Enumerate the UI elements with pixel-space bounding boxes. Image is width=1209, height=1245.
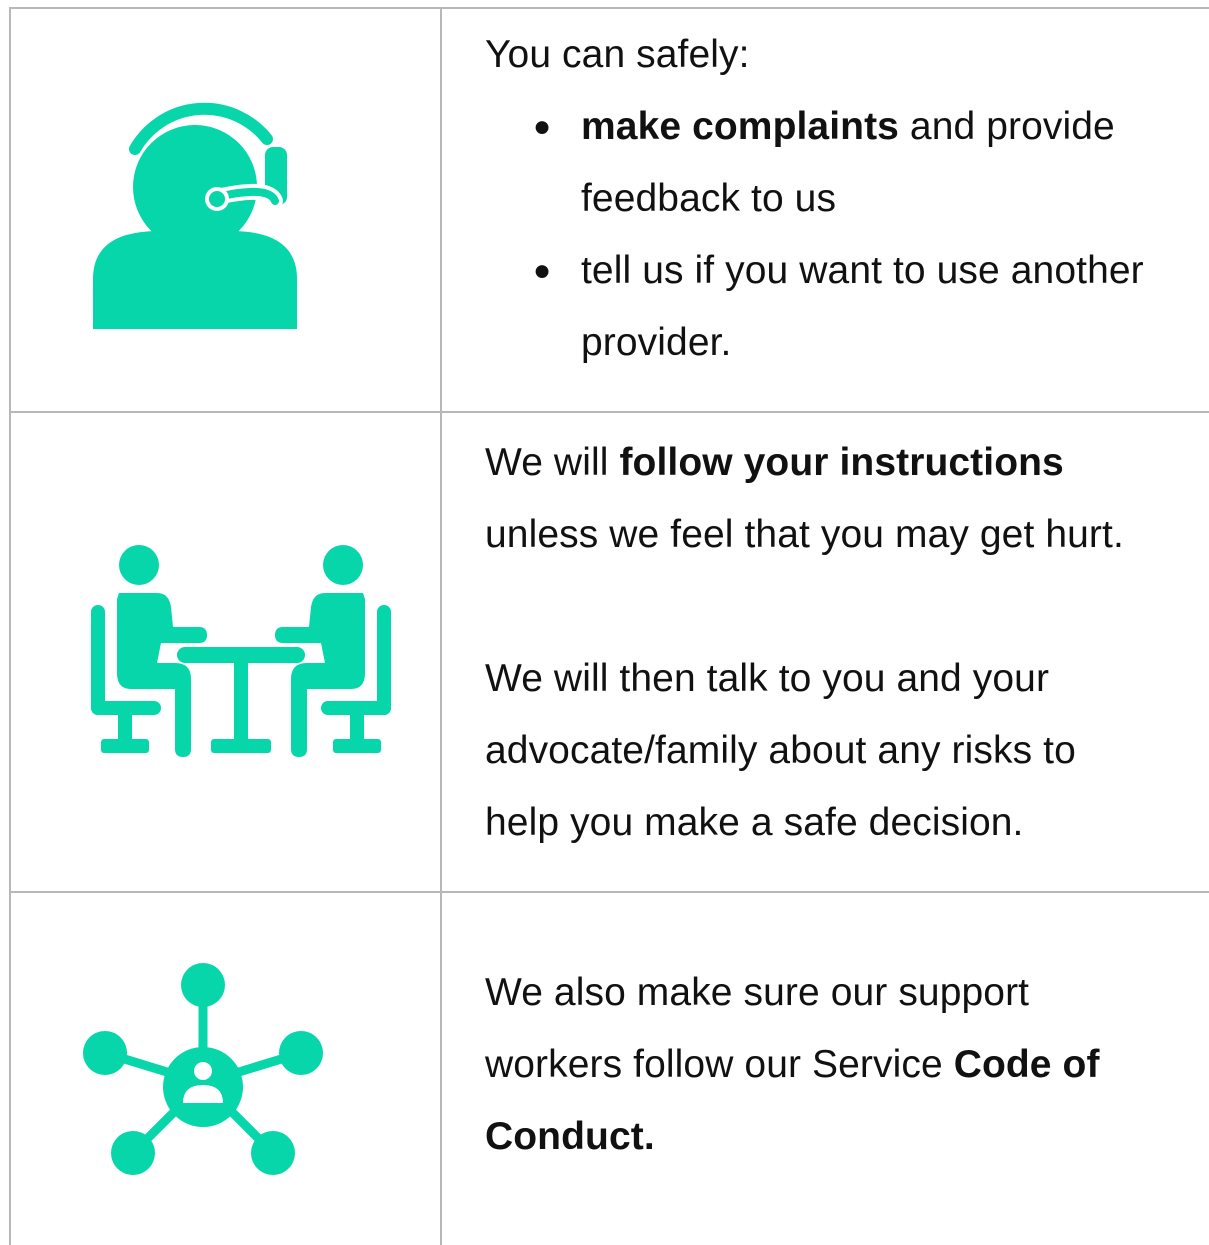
intro-text: You can safely: bbox=[485, 33, 750, 76]
paragraph-line: unless we feel that you may get hurt. bbox=[485, 513, 1124, 556]
text-run: We will bbox=[485, 441, 620, 484]
icon-cell bbox=[9, 413, 442, 893]
network-person-icon bbox=[83, 963, 323, 1175]
table-row: You can safely: ● make complaints and pr… bbox=[9, 7, 1209, 413]
icon-cell bbox=[9, 9, 442, 413]
list-item: ● tell us if you want to use another pro… bbox=[485, 235, 1205, 379]
bold-text: Conduct. bbox=[485, 1115, 655, 1158]
text-cell: We also make sure our support workers fo… bbox=[444, 893, 1209, 1245]
table-row: We also make sure our support workers fo… bbox=[9, 891, 1209, 1245]
bullet-dot: ● bbox=[533, 110, 552, 143]
bullet-text: and provide bbox=[898, 105, 1115, 148]
bullet-text: feedback to us bbox=[581, 177, 837, 220]
paragraph: We will follow your instructions bbox=[485, 427, 1205, 499]
bullet-dot: ● bbox=[533, 254, 552, 287]
bold-text: Code of bbox=[953, 1043, 1100, 1086]
document-page: You can safely: ● make complaints and pr… bbox=[0, 0, 1209, 1245]
bullet-text: provider. bbox=[581, 321, 732, 364]
row3-text: We also make sure our support workers fo… bbox=[485, 957, 1205, 1173]
list-item: ● make complaints and provide feedback t… bbox=[485, 91, 1205, 235]
paragraph-line: advocate/family about any risks to bbox=[485, 729, 1076, 772]
text-cell: We will follow your instructions unless … bbox=[444, 413, 1209, 893]
meeting-table-icon bbox=[91, 545, 391, 757]
text-run: workers follow our Service bbox=[485, 1043, 954, 1086]
row2-text: We will follow your instructions unless … bbox=[485, 427, 1205, 859]
headset-support-icon bbox=[93, 102, 297, 329]
paragraph-line: Conduct. bbox=[485, 1101, 1205, 1173]
icon-cell bbox=[9, 893, 442, 1245]
paragraph-line: workers follow our Service Code of bbox=[485, 1029, 1205, 1101]
bold-text: follow your instructions bbox=[619, 441, 1064, 484]
row1-text: You can safely: ● make complaints and pr… bbox=[485, 19, 1205, 379]
paragraph-line: We also make sure our support bbox=[485, 971, 1030, 1014]
text-cell: You can safely: ● make complaints and pr… bbox=[444, 9, 1209, 413]
bullet-text: tell us if you want to use another bbox=[581, 249, 1144, 292]
paragraph-line: help you make a safe decision. bbox=[485, 801, 1024, 844]
paragraph-line: We will then talk to you and your bbox=[485, 657, 1050, 700]
bold-text: make complaints bbox=[581, 105, 899, 148]
table-row: We will follow your instructions unless … bbox=[9, 411, 1209, 893]
bullet-list: ● make complaints and provide feedback t… bbox=[485, 91, 1205, 379]
